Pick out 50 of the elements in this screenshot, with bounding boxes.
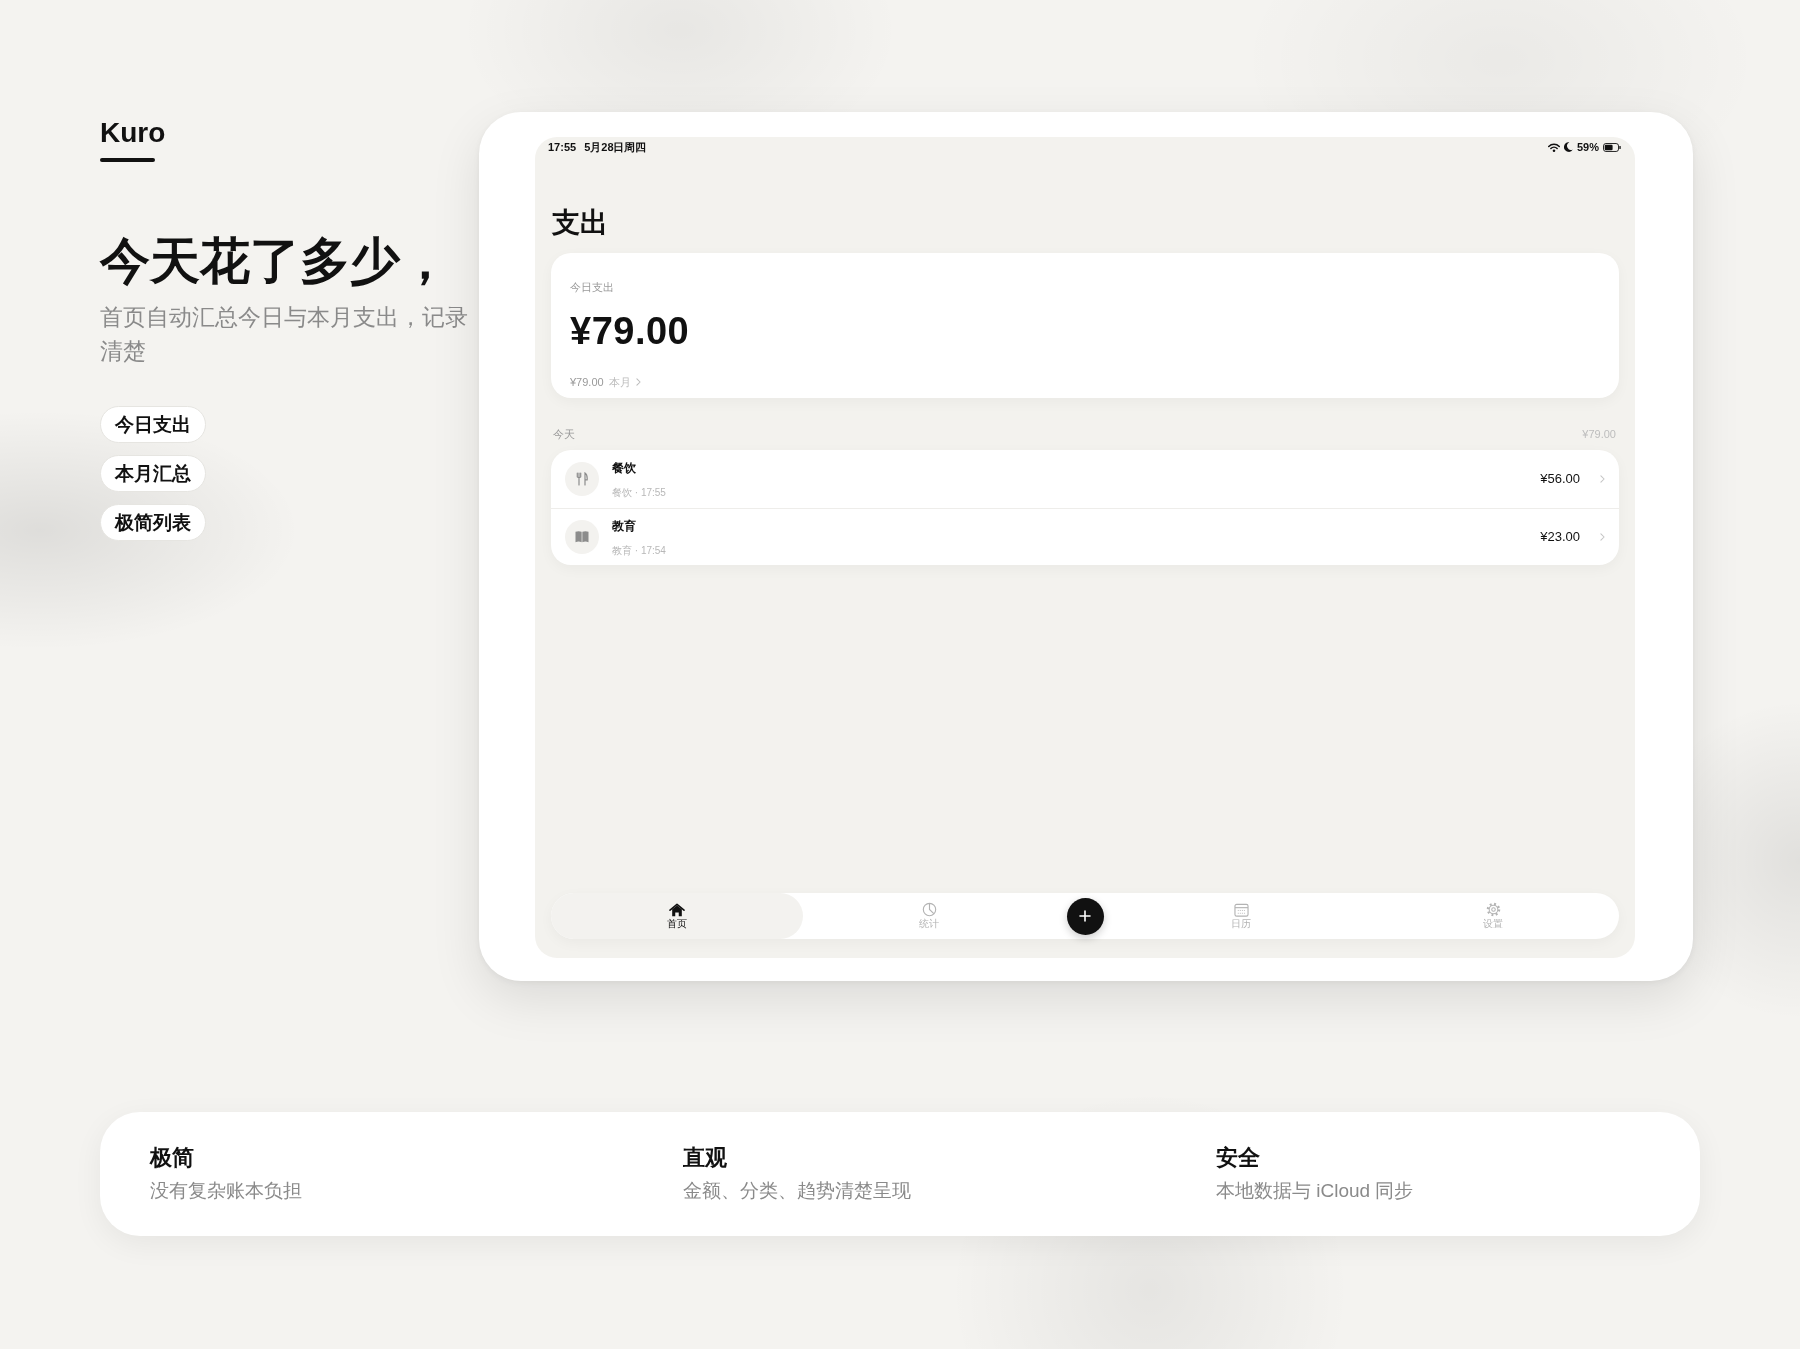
tab-item[interactable]: 设置 xyxy=(1367,893,1619,939)
plus-icon xyxy=(1079,910,1091,922)
chevron-icon xyxy=(1600,474,1605,483)
brand-underline xyxy=(100,158,155,162)
transaction-amount: ¥23.00 xyxy=(1540,528,1580,545)
add-button[interactable] xyxy=(1066,897,1104,935)
feature-tag: 本月汇总 xyxy=(100,455,206,492)
feature-description: 金额、分类、趋势清楚呈现 xyxy=(683,1180,911,1201)
transaction-meta: 教育 · 17:54 xyxy=(612,544,666,556)
section-title: 今天 xyxy=(553,427,575,441)
hero-subtitle: 清楚 xyxy=(100,337,146,366)
chevron-icon xyxy=(1600,532,1605,541)
calendar-icon xyxy=(1233,902,1249,917)
brand-name: Kuro xyxy=(100,116,166,150)
month-label: 本月 xyxy=(608,375,631,389)
feature-tag: 极简列表 xyxy=(100,504,206,541)
transaction-amount: ¥56.00 xyxy=(1540,470,1580,487)
battery-icon xyxy=(1603,142,1621,152)
hero-headline: 今天花了多少， xyxy=(100,232,450,291)
summary-label: 今日支出 xyxy=(570,281,614,293)
status-time: 17:55 xyxy=(548,140,577,154)
book-badge-icon xyxy=(565,519,599,554)
pie-chart-icon xyxy=(921,902,937,917)
tab-item[interactable]: 日历 xyxy=(1115,893,1367,939)
chevron-icon xyxy=(635,378,641,386)
month-amount: ¥79.00 xyxy=(570,375,604,389)
transaction-title: 餐饮 xyxy=(612,460,636,475)
feature-title: 极简 xyxy=(150,1145,194,1170)
fork-knife-badge-icon xyxy=(565,461,599,496)
feature-tag: 今日支出 xyxy=(100,406,206,443)
feature-title: 直观 xyxy=(683,1145,727,1170)
settings-icon xyxy=(1485,902,1501,917)
hero-subtitle: 首页自动汇总今日与本月支出，记录 xyxy=(100,303,468,332)
screen-title: 支出 xyxy=(551,206,608,240)
battery-percent: 59% xyxy=(1576,140,1599,154)
transaction-title: 教育 xyxy=(612,518,636,533)
home-icon xyxy=(669,902,685,917)
month-summary-link[interactable]: ¥79.00 本月 xyxy=(570,375,641,389)
tab-item[interactable]: 首页 xyxy=(551,893,803,939)
feature-description: 没有复杂账本负担 xyxy=(150,1180,302,1201)
transaction-row[interactable]: 教育 教育 · 17:54 ¥23.00 xyxy=(551,507,1619,565)
status-date: 5月28日周四 xyxy=(584,140,647,154)
tab-item[interactable]: 统计 xyxy=(803,893,1055,939)
feature-description: 本地数据与 iCloud 同步 xyxy=(1216,1180,1414,1201)
transaction-row[interactable]: 餐饮 餐饮 · 17:55 ¥56.00 xyxy=(551,450,1619,508)
summary-amount: ¥79.00 xyxy=(570,309,690,354)
wifi-icon xyxy=(1547,142,1560,152)
transaction-meta: 餐饮 · 17:55 xyxy=(612,486,666,498)
moon-icon xyxy=(1563,142,1573,152)
feature-title: 安全 xyxy=(1216,1145,1260,1170)
